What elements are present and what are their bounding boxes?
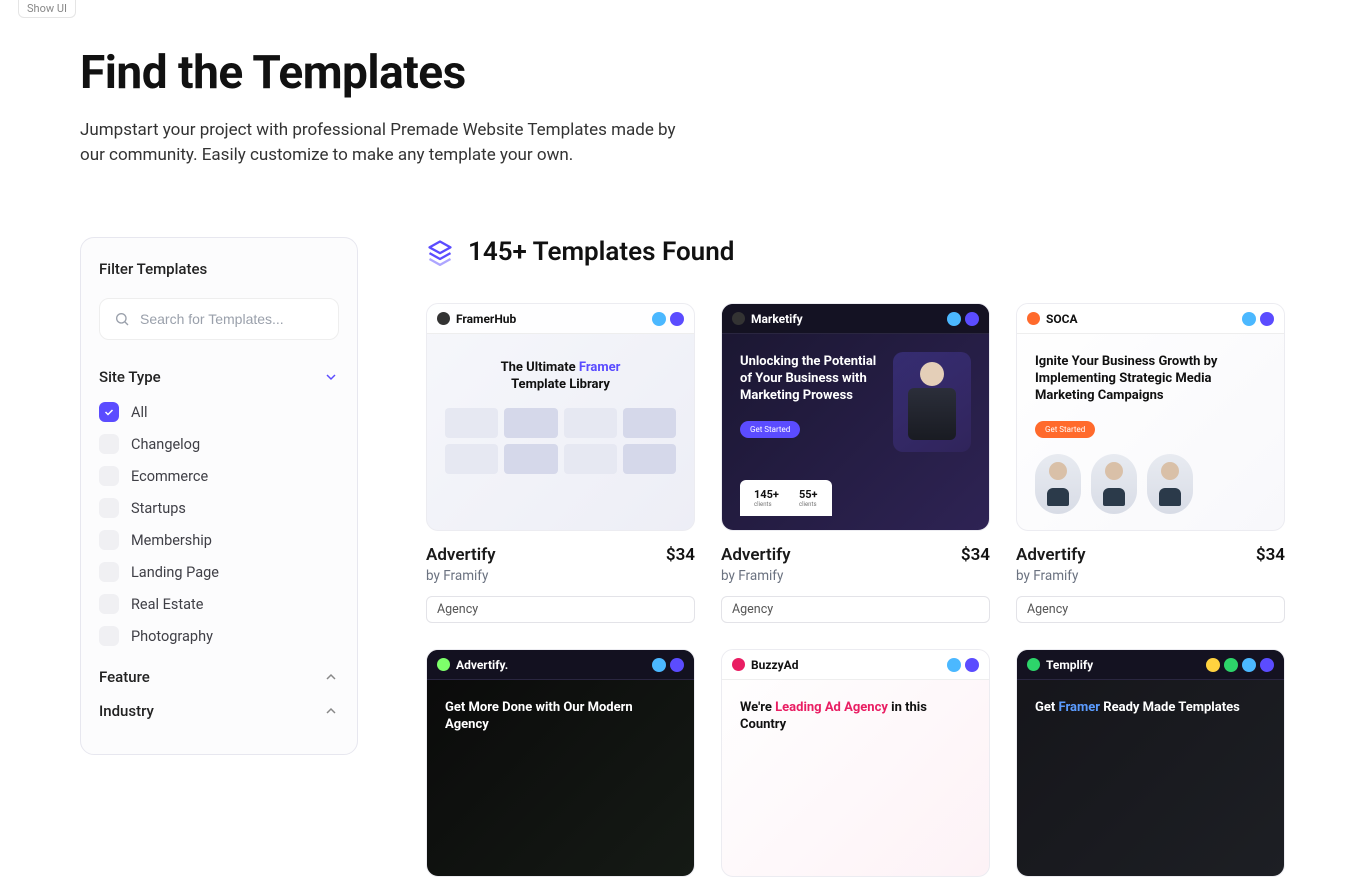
thumbnail-badges bbox=[1206, 658, 1274, 672]
template-thumbnail[interactable]: Marketify145+clients55+clientsUnlocking … bbox=[721, 303, 990, 531]
thumbnail-headline: Unlocking the Potential of Your Business… bbox=[740, 354, 880, 405]
results-count: 145+ Templates Found bbox=[468, 237, 734, 267]
checkbox[interactable] bbox=[99, 402, 119, 422]
template-tag[interactable]: Agency bbox=[1016, 596, 1285, 623]
filter-group-label: Site Type bbox=[99, 368, 161, 386]
brand-logo-icon bbox=[437, 658, 450, 671]
template-card[interactable]: Marketify145+clients55+clientsUnlocking … bbox=[721, 303, 990, 623]
filter-option-label: All bbox=[131, 404, 148, 421]
filter-option-startups[interactable]: Startups bbox=[99, 498, 339, 518]
filter-option-ecommerce[interactable]: Ecommerce bbox=[99, 466, 339, 486]
filter-group-feature[interactable]: Feature bbox=[99, 668, 339, 686]
thumbnail-brand: Marketify bbox=[732, 312, 803, 326]
brand-logo-icon bbox=[732, 312, 745, 325]
filter-option-label: Changelog bbox=[131, 436, 200, 453]
template-card[interactable]: Advertify. Get More Done with Our Modern … bbox=[426, 649, 695, 877]
template-price: $34 bbox=[961, 545, 990, 565]
template-card[interactable]: SOCA Ignite Your Business Growth by Imple… bbox=[1016, 303, 1285, 623]
checkbox[interactable] bbox=[99, 594, 119, 614]
thumbnail-badges bbox=[947, 312, 979, 326]
thumbnail-badges bbox=[652, 312, 684, 326]
template-tag[interactable]: Agency bbox=[426, 596, 695, 623]
thumbnail-brand: FramerHub bbox=[437, 312, 516, 326]
template-name: Advertify bbox=[721, 545, 791, 565]
search-icon bbox=[114, 311, 130, 327]
checkbox[interactable] bbox=[99, 530, 119, 550]
thumbnail-badges bbox=[947, 658, 979, 672]
page-title: Find the Templates bbox=[80, 46, 1285, 100]
checkbox[interactable] bbox=[99, 562, 119, 582]
search-input[interactable] bbox=[140, 311, 324, 327]
filter-sidebar: Filter Templates Site Type All Changelog Ec… bbox=[80, 237, 358, 755]
layers-icon bbox=[426, 238, 454, 266]
thumbnail-brand: Advertify. bbox=[437, 658, 508, 672]
thumbnail-badges bbox=[1242, 312, 1274, 326]
filter-option-photography[interactable]: Photography bbox=[99, 626, 339, 646]
filter-group-label: Feature bbox=[99, 668, 150, 686]
thumbnail-headline: The Ultimate Framer Template Library bbox=[481, 360, 641, 394]
brand-logo-icon bbox=[732, 658, 745, 671]
filter-option-changelog[interactable]: Changelog bbox=[99, 434, 339, 454]
filter-option-label: Startups bbox=[131, 500, 186, 517]
template-author: by Framify bbox=[426, 568, 496, 584]
filter-option-membership[interactable]: Membership bbox=[99, 530, 339, 550]
checkbox[interactable] bbox=[99, 434, 119, 454]
chevron-down-icon bbox=[323, 369, 339, 385]
thumbnail-brand: BuzzyAd bbox=[732, 658, 798, 672]
filter-group-industry[interactable]: Industry bbox=[99, 702, 339, 720]
template-card[interactable]: FramerHub The Ultimate Framer Template Li… bbox=[426, 303, 695, 623]
template-card[interactable]: Templify Get Framer Ready Made Templates bbox=[1016, 649, 1285, 877]
chevron-up-icon bbox=[323, 669, 339, 685]
results-header: 145+ Templates Found bbox=[426, 237, 1285, 267]
template-thumbnail[interactable]: Advertify. Get More Done with Our Modern … bbox=[426, 649, 695, 877]
thumbnail-brand: SOCA bbox=[1027, 312, 1078, 326]
filter-option-all[interactable]: All bbox=[99, 402, 339, 422]
template-thumbnail[interactable]: BuzzyAd We're Leading Ad Agency in this C… bbox=[721, 649, 990, 877]
template-thumbnail[interactable]: Templify Get Framer Ready Made Templates bbox=[1016, 649, 1285, 877]
checkbox[interactable] bbox=[99, 498, 119, 518]
filter-option-label: Photography bbox=[131, 628, 213, 645]
brand-logo-icon bbox=[437, 312, 450, 325]
check-icon bbox=[103, 406, 115, 418]
template-tag[interactable]: Agency bbox=[721, 596, 990, 623]
filter-title: Filter Templates bbox=[99, 260, 339, 278]
thumbnail-badges bbox=[652, 658, 684, 672]
filter-option-label: Membership bbox=[131, 532, 212, 549]
thumbnail-headline: Get More Done with Our Modern Agency bbox=[445, 700, 676, 734]
template-card[interactable]: BuzzyAd We're Leading Ad Agency in this C… bbox=[721, 649, 990, 877]
filter-group-site-type[interactable]: Site Type bbox=[99, 368, 339, 386]
main-content: 145+ Templates Found FramerHub The Ultima… bbox=[426, 237, 1285, 877]
template-grid: FramerHub The Ultimate Framer Template Li… bbox=[426, 303, 1285, 877]
template-price: $34 bbox=[666, 545, 695, 565]
thumbnail-headline: We're Leading Ad Agency in this Country bbox=[740, 700, 971, 734]
thumbnail-brand: Templify bbox=[1027, 658, 1093, 672]
search-box[interactable] bbox=[99, 298, 339, 340]
page-subtitle: Jumpstart your project with professional… bbox=[80, 118, 700, 167]
filter-group-label: Industry bbox=[99, 702, 154, 720]
thumbnail-headline: Get Framer Ready Made Templates bbox=[1035, 700, 1266, 717]
template-author: by Framify bbox=[721, 568, 791, 584]
template-thumbnail[interactable]: SOCA Ignite Your Business Growth by Imple… bbox=[1016, 303, 1285, 531]
filter-option-label: Ecommerce bbox=[131, 468, 208, 485]
filter-option-label: Real Estate bbox=[131, 596, 203, 613]
checkbox[interactable] bbox=[99, 466, 119, 486]
template-name: Advertify bbox=[1016, 545, 1086, 565]
brand-logo-icon bbox=[1027, 658, 1040, 671]
hero: Find the Templates Jumpstart your projec… bbox=[80, 0, 1285, 237]
show-ui-toggle[interactable]: Show UI bbox=[18, 0, 76, 18]
chevron-up-icon bbox=[323, 703, 339, 719]
template-thumbnail[interactable]: FramerHub The Ultimate Framer Template Li… bbox=[426, 303, 695, 531]
thumbnail-headline: Ignite Your Business Growth by Implement… bbox=[1035, 354, 1266, 405]
filter-option-real-estate[interactable]: Real Estate bbox=[99, 594, 339, 614]
brand-logo-icon bbox=[1027, 312, 1040, 325]
template-author: by Framify bbox=[1016, 568, 1086, 584]
filter-option-label: Landing Page bbox=[131, 564, 219, 581]
checkbox[interactable] bbox=[99, 626, 119, 646]
template-name: Advertify bbox=[426, 545, 496, 565]
template-price: $34 bbox=[1256, 545, 1285, 565]
filter-option-landing-page[interactable]: Landing Page bbox=[99, 562, 339, 582]
